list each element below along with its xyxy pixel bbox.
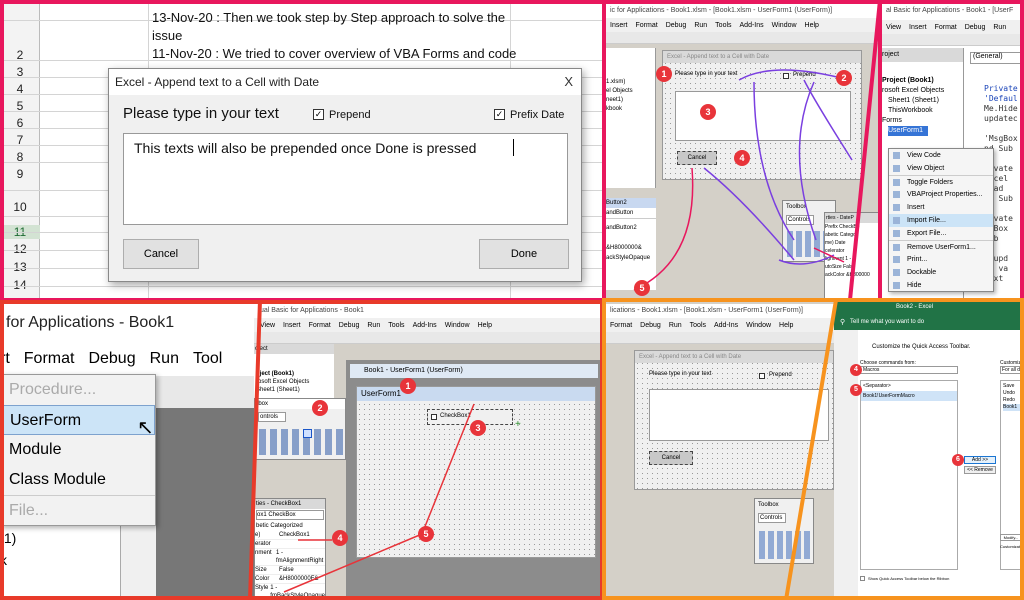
panel-separators [248, 0, 882, 600]
